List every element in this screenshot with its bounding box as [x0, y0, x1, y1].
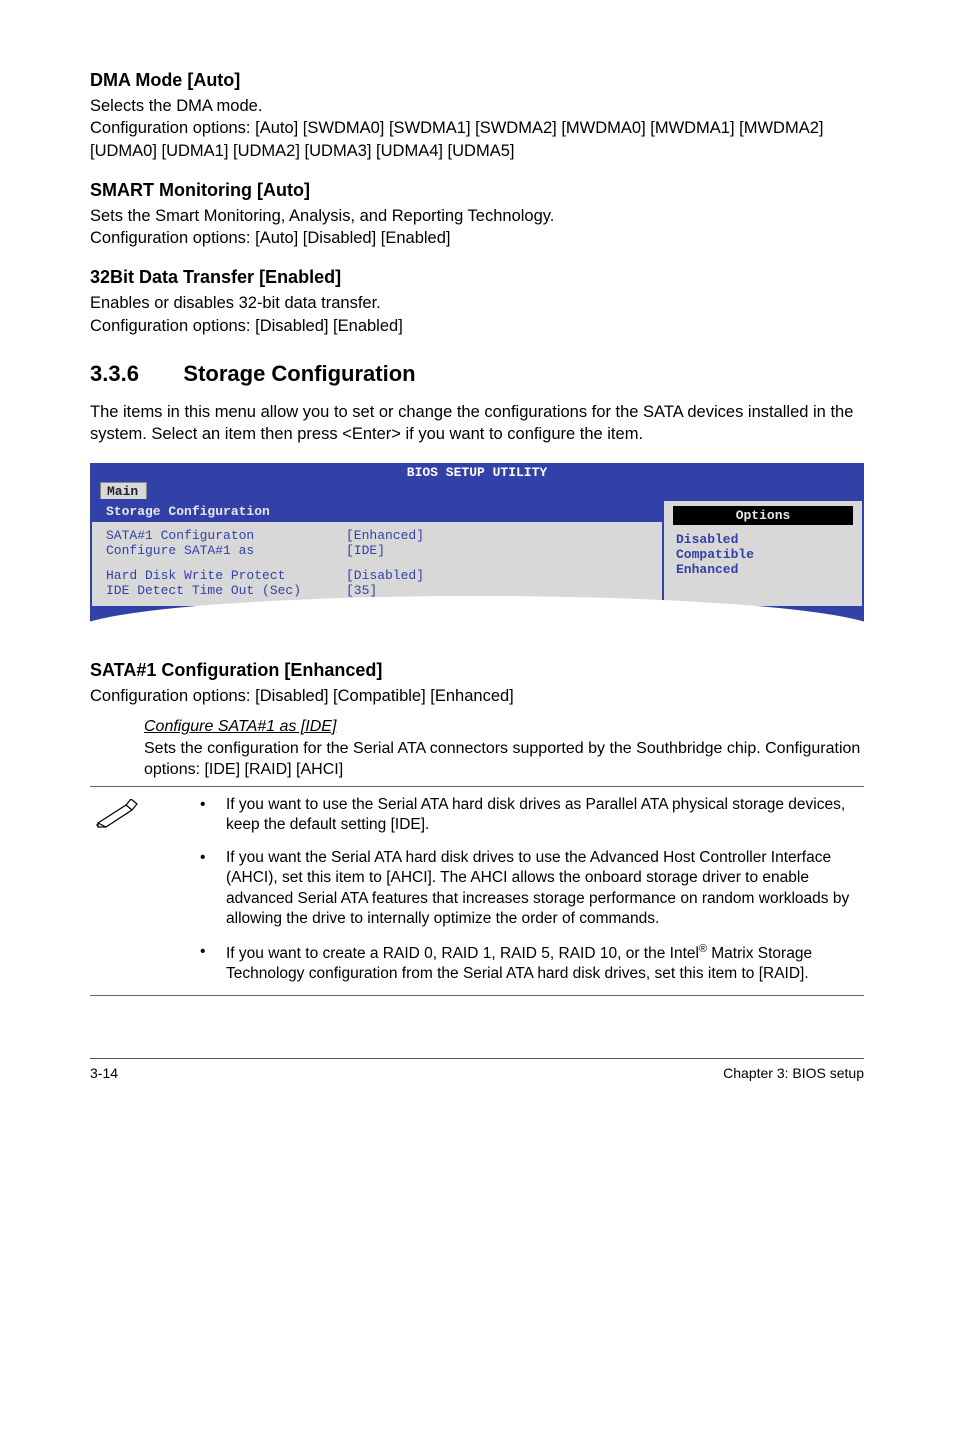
- para-32bit: Enables or disables 32-bit data transfer…: [90, 292, 864, 337]
- bios-value: [Enhanced]: [346, 528, 424, 543]
- bios-body: Storage Configuration SATA#1 Configurato…: [90, 499, 864, 632]
- bios-options-header: Options: [672, 505, 854, 526]
- bios-option: Disabled: [676, 532, 850, 547]
- note-text: If you want to create a RAID 0, RAID 1, …: [226, 942, 864, 985]
- bios-value: [IDE]: [346, 543, 385, 558]
- heading-dma: DMA Mode [Auto]: [90, 70, 864, 91]
- text: Configuration options: [Auto] [SWDMA0] […: [90, 119, 823, 159]
- note-text: If you want to use the Serial ATA hard d…: [226, 795, 864, 836]
- pencil-note-icon: [94, 799, 138, 829]
- note-item: • If you want to use the Serial ATA hard…: [200, 795, 864, 836]
- note-item: • If you want the Serial ATA hard disk d…: [200, 848, 864, 930]
- bios-left-pane: Storage Configuration SATA#1 Configurato…: [92, 501, 662, 606]
- heading-sata1: SATA#1 Configuration [Enhanced]: [90, 660, 864, 681]
- bios-value: [35]: [346, 583, 377, 598]
- bios-screenshot: BIOS SETUP UTILITY Main Storage Configur…: [90, 463, 864, 632]
- text: Enables or disables 32-bit data transfer…: [90, 294, 381, 312]
- bios-row: SATA#1 Configuraton [Enhanced]: [106, 528, 648, 543]
- bullet-icon: •: [200, 942, 226, 985]
- page-number: 3-14: [90, 1065, 118, 1081]
- text: Selects the DMA mode.: [90, 97, 262, 115]
- bios-label: SATA#1 Configuraton: [106, 528, 346, 543]
- bios-header: BIOS SETUP UTILITY Main: [90, 463, 864, 499]
- bios-row: Configure SATA#1 as [IDE]: [106, 543, 648, 558]
- bios-label: Hard Disk Write Protect: [106, 568, 346, 583]
- heading-smart: SMART Monitoring [Auto]: [90, 180, 864, 201]
- heading-32bit: 32Bit Data Transfer [Enabled]: [90, 267, 864, 288]
- subheading-configure-sata: Configure SATA#1 as [IDE]: [144, 718, 864, 736]
- bios-tab-main: Main: [100, 482, 147, 499]
- text: Configuration options: [Auto] [Disabled]…: [90, 229, 450, 247]
- section-heading: 3.3.6 Storage Configuration: [90, 361, 864, 387]
- bios-left-header: Storage Configuration: [92, 501, 662, 522]
- bios-label: Configure SATA#1 as: [106, 543, 346, 558]
- para-configure-sata: Sets the configuration for the Serial AT…: [144, 738, 864, 780]
- para-dma: Selects the DMA mode. Configuration opti…: [90, 95, 864, 162]
- bios-row: IDE Detect Time Out (Sec) [35]: [106, 583, 648, 598]
- text: Sets the Smart Monitoring, Analysis, and…: [90, 207, 554, 225]
- note-icon-column: [90, 795, 200, 985]
- note-item: • If you want to create a RAID 0, RAID 1…: [200, 942, 864, 985]
- page-footer: 3-14 Chapter 3: BIOS setup: [90, 1058, 864, 1081]
- bios-row: Hard Disk Write Protect [Disabled]: [106, 568, 648, 583]
- bios-label: IDE Detect Time Out (Sec): [106, 583, 346, 598]
- bios-value: [Disabled]: [346, 568, 424, 583]
- section-number: 3.3.6: [90, 361, 139, 387]
- registered-symbol: ®: [699, 943, 707, 955]
- bios-right-pane: Options Disabled Compatible Enhanced: [662, 501, 862, 606]
- note-text: If you want the Serial ATA hard disk dri…: [226, 848, 864, 930]
- chapter-label: Chapter 3: BIOS setup: [723, 1065, 864, 1081]
- note-list: • If you want to use the Serial ATA hard…: [200, 795, 864, 985]
- para-smart: Sets the Smart Monitoring, Analysis, and…: [90, 205, 864, 250]
- bios-title: BIOS SETUP UTILITY: [90, 465, 864, 480]
- bullet-icon: •: [200, 795, 226, 836]
- text: Configuration options: [Disabled] [Enabl…: [90, 317, 403, 335]
- section-title: Storage Configuration: [183, 361, 415, 387]
- bios-option: Enhanced: [676, 562, 850, 577]
- text: If you want to create a RAID 0, RAID 1, …: [226, 945, 699, 962]
- bullet-icon: •: [200, 848, 226, 930]
- para-sata1: Configuration options: [Disabled] [Compa…: [90, 685, 864, 707]
- bios-option: Compatible: [676, 547, 850, 562]
- note-block: • If you want to use the Serial ATA hard…: [90, 786, 864, 996]
- section-intro: The items in this menu allow you to set …: [90, 401, 864, 446]
